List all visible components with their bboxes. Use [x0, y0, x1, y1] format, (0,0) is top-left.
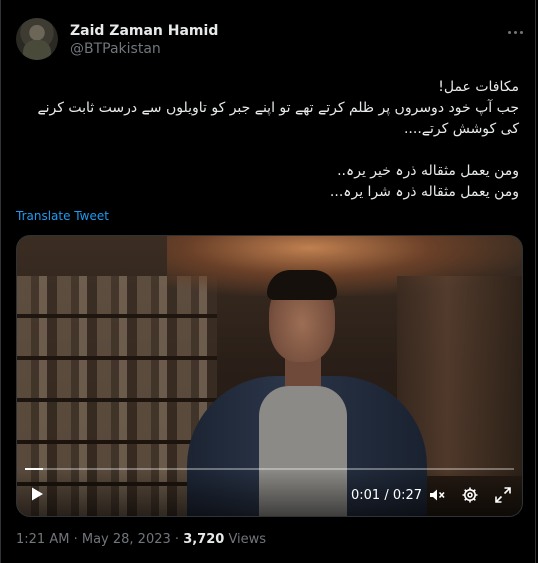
more-options-icon[interactable]: [504, 22, 526, 42]
author-handle[interactable]: @BTPakistan: [70, 41, 161, 57]
avatar[interactable]: [16, 18, 58, 60]
video-time: 0:01 / 0:27: [351, 488, 423, 503]
settings-gear-icon[interactable]: [461, 486, 479, 504]
avatar-figure: [23, 40, 51, 60]
fullscreen-icon[interactable]: [494, 486, 512, 504]
author-name[interactable]: Zaid Zaman Hamid: [70, 23, 218, 39]
tweet-line: ومن یعمل مثقاله ذرہ شرا یرہ...: [329, 184, 519, 200]
play-icon[interactable]: [29, 486, 45, 502]
translate-tweet-link[interactable]: Translate Tweet: [16, 209, 109, 223]
tweet-line: ومن یعمل مثقاله ذرہ خیر یرہ..: [337, 163, 519, 179]
tweet-line-break: [14, 140, 519, 161]
views-count: 3,720: [183, 532, 225, 547]
tweet-card[interactable]: Zaid Zaman Hamid @BTPakistan مکافات عمل!…: [0, 0, 536, 563]
tweet-meta: 1:21 AM · May 28, 2023 · 3,720 Views: [16, 532, 266, 547]
video-controls: 0:01 / 0:27: [17, 470, 522, 516]
meta-separator: ·: [174, 532, 180, 547]
tweet-date[interactable]: May 28, 2023: [82, 532, 171, 547]
video-frame-person-hair: [267, 270, 337, 300]
volume-muted-icon[interactable]: [428, 486, 446, 504]
views-label: Views: [228, 532, 267, 547]
tweet-line: مکافات عمل!: [438, 79, 519, 95]
video-player[interactable]: 0:01 / 0:27: [16, 235, 523, 517]
more-dot: [513, 30, 517, 34]
more-dot: [519, 30, 523, 34]
tweet-line: کی کوشش کرتے....: [403, 121, 519, 137]
tweet-time[interactable]: 1:21 AM: [16, 532, 69, 547]
more-dot: [507, 30, 511, 34]
meta-separator: ·: [73, 532, 78, 547]
tweet-text: مکافات عمل! جب آپ خود دوسروں پر ظلم کرتے…: [14, 77, 519, 203]
tweet-line: جب آپ خود دوسروں پر ظلم کرتے تھے تو اپنے…: [37, 100, 519, 116]
